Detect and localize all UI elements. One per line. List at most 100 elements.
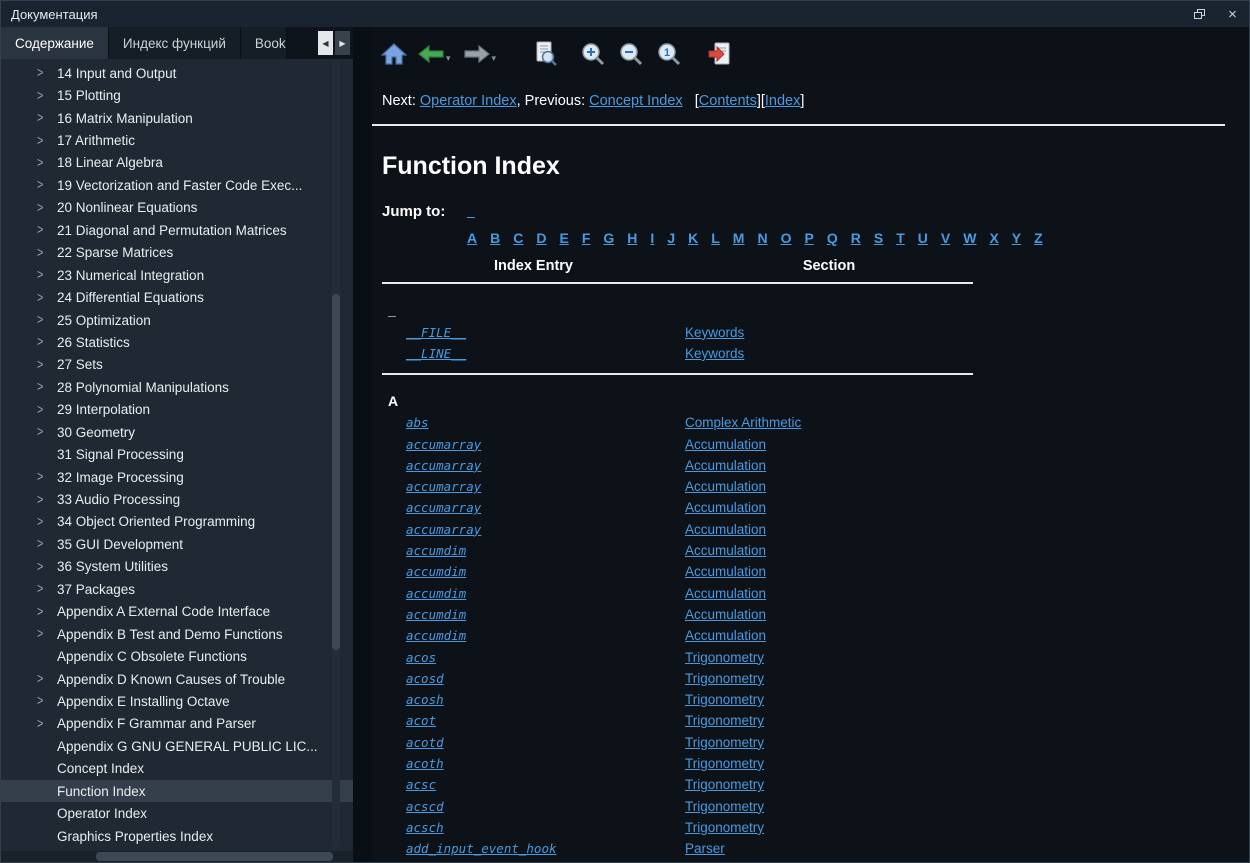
section-link[interactable]: Accumulation <box>685 586 766 601</box>
sidebar-item[interactable]: >30 Geometry <box>1 421 353 443</box>
sidebar-item[interactable]: >15 Plotting <box>1 84 353 106</box>
sidebar-item[interactable]: >29 Interpolation <box>1 399 353 421</box>
function-link[interactable]: acotd <box>406 735 444 750</box>
section-link[interactable]: Trigonometry <box>685 820 764 835</box>
jump-letter-P[interactable]: P <box>804 230 813 246</box>
section-link[interactable]: Keywords <box>685 346 744 361</box>
expand-chevron-icon[interactable]: > <box>37 470 57 485</box>
function-link[interactable]: acosd <box>406 671 444 686</box>
back-history-dropdown-icon[interactable]: ▾ <box>446 54 451 65</box>
sidebar-horizontal-scrollbar[interactable] <box>1 851 353 862</box>
home-button[interactable] <box>381 42 407 66</box>
function-link[interactable]: accumdim <box>406 564 466 579</box>
expand-chevron-icon[interactable]: > <box>37 133 57 148</box>
sidebar-item[interactable]: Appendix G GNU GENERAL PUBLIC LIC... <box>1 735 353 757</box>
jump-letter-D[interactable]: D <box>536 230 546 246</box>
close-button[interactable]: × <box>1216 1 1249 27</box>
jump-letter-L[interactable]: L <box>711 230 720 246</box>
expand-chevron-icon[interactable]: > <box>37 492 57 507</box>
sidebar-item[interactable]: >28 Polynomial Manipulations <box>1 376 353 398</box>
zoom-in-button[interactable] <box>580 41 606 67</box>
function-link[interactable]: accumdim <box>406 543 466 558</box>
section-link[interactable]: Accumulation <box>685 543 766 558</box>
sidebar-item[interactable]: >Appendix F Grammar and Parser <box>1 713 353 735</box>
jump-letter-K[interactable]: K <box>688 230 698 246</box>
restore-button[interactable] <box>1183 1 1216 27</box>
expand-chevron-icon[interactable]: > <box>37 200 57 215</box>
pane-splitter[interactable] <box>353 27 372 862</box>
nav-index-link[interactable]: Index <box>765 93 800 109</box>
nav-contents-link[interactable]: Contents <box>699 93 757 109</box>
jump-letter-N[interactable]: N <box>757 230 767 246</box>
section-link[interactable]: Trigonometry <box>685 671 764 686</box>
function-link[interactable]: acos <box>406 650 436 665</box>
sidebar-item[interactable]: >32 Image Processing <box>1 466 353 488</box>
function-link[interactable]: acosh <box>406 692 444 707</box>
function-link[interactable]: __LINE__ <box>406 346 466 361</box>
zoom-out-button[interactable] <box>618 41 644 67</box>
section-link[interactable]: Accumulation <box>685 607 766 622</box>
sidebar-item[interactable]: >14 Input and Output <box>1 62 353 84</box>
section-link[interactable]: Parser <box>685 841 725 856</box>
sidebar-item[interactable]: Function Index <box>1 780 353 802</box>
expand-chevron-icon[interactable]: > <box>37 178 57 193</box>
forward-button[interactable]: ▾ <box>463 43 497 65</box>
jump-letter-R[interactable]: R <box>851 230 861 246</box>
jump-letter-G[interactable]: G <box>603 230 614 246</box>
function-link[interactable]: accumarray <box>406 479 481 494</box>
jump-letter-X[interactable]: X <box>989 230 998 246</box>
sidebar-item[interactable]: >36 System Utilities <box>1 556 353 578</box>
expand-chevron-icon[interactable]: > <box>37 716 57 731</box>
jump-letter-S[interactable]: S <box>874 230 883 246</box>
horizontal-scrollbar-thumb[interactable] <box>96 852 333 861</box>
bookmark-button[interactable] <box>708 41 732 67</box>
sidebar-item[interactable]: >18 Linear Algebra <box>1 152 353 174</box>
expand-chevron-icon[interactable]: > <box>37 380 57 395</box>
function-link[interactable]: accumarray <box>406 500 481 515</box>
function-link[interactable]: accumdim <box>406 586 466 601</box>
jump-letter-Y[interactable]: Y <box>1012 230 1021 246</box>
jump-letter-O[interactable]: O <box>781 230 792 246</box>
jump-letter-H[interactable]: H <box>627 230 637 246</box>
sidebar-item[interactable]: >24 Differential Equations <box>1 286 353 308</box>
expand-chevron-icon[interactable]: > <box>37 357 57 372</box>
search-button[interactable] <box>534 41 558 67</box>
sidebar-item[interactable]: Appendix C Obsolete Functions <box>1 645 353 667</box>
section-link[interactable]: Complex Arithmetic <box>685 415 801 430</box>
tab-2[interactable]: Индекс функций <box>109 27 241 59</box>
sidebar-item[interactable]: >23 Numerical Integration <box>1 264 353 286</box>
jump-letter-F[interactable]: F <box>582 230 591 246</box>
vertical-scrollbar-thumb[interactable] <box>332 294 340 650</box>
sidebar-item[interactable]: >26 Statistics <box>1 331 353 353</box>
expand-chevron-icon[interactable]: > <box>37 694 57 709</box>
function-link[interactable]: acot <box>406 713 436 728</box>
jump-letter-U[interactable]: U <box>918 230 928 246</box>
nav-next-link[interactable]: Operator Index <box>420 93 517 109</box>
sidebar-item[interactable]: >19 Vectorization and Faster Code Exec..… <box>1 174 353 196</box>
expand-chevron-icon[interactable]: > <box>37 537 57 552</box>
sidebar-item[interactable]: >21 Diagonal and Permutation Matrices <box>1 219 353 241</box>
sidebar-item[interactable]: >Appendix B Test and Demo Functions <box>1 623 353 645</box>
section-link[interactable]: Trigonometry <box>685 713 764 728</box>
expand-chevron-icon[interactable]: > <box>37 268 57 283</box>
function-link[interactable]: acsch <box>406 820 444 835</box>
function-link[interactable]: acsc <box>406 777 436 792</box>
section-link[interactable]: Accumulation <box>685 437 766 452</box>
expand-chevron-icon[interactable]: > <box>37 335 57 350</box>
expand-chevron-icon[interactable]: > <box>37 66 57 81</box>
expand-chevron-icon[interactable]: > <box>37 627 57 642</box>
sidebar-item[interactable]: >33 Audio Processing <box>1 488 353 510</box>
jump-letter-Q[interactable]: Q <box>827 230 838 246</box>
sidebar-item[interactable]: >34 Object Oriented Programming <box>1 511 353 533</box>
section-link[interactable]: Accumulation <box>685 500 766 515</box>
expand-chevron-icon[interactable]: > <box>37 290 57 305</box>
sidebar-item[interactable]: >16 Matrix Manipulation <box>1 107 353 129</box>
jump-letter-C[interactable]: C <box>513 230 523 246</box>
sidebar-item[interactable]: 31 Signal Processing <box>1 443 353 465</box>
function-link[interactable]: __FILE__ <box>406 325 466 340</box>
jump-letter-Z[interactable]: Z <box>1034 230 1043 246</box>
tab-scroll-right-button[interactable]: ▶ <box>335 31 350 55</box>
sidebar-item[interactable]: >22 Sparse Matrices <box>1 242 353 264</box>
expand-chevron-icon[interactable]: > <box>37 111 57 126</box>
expand-chevron-icon[interactable]: > <box>37 223 57 238</box>
